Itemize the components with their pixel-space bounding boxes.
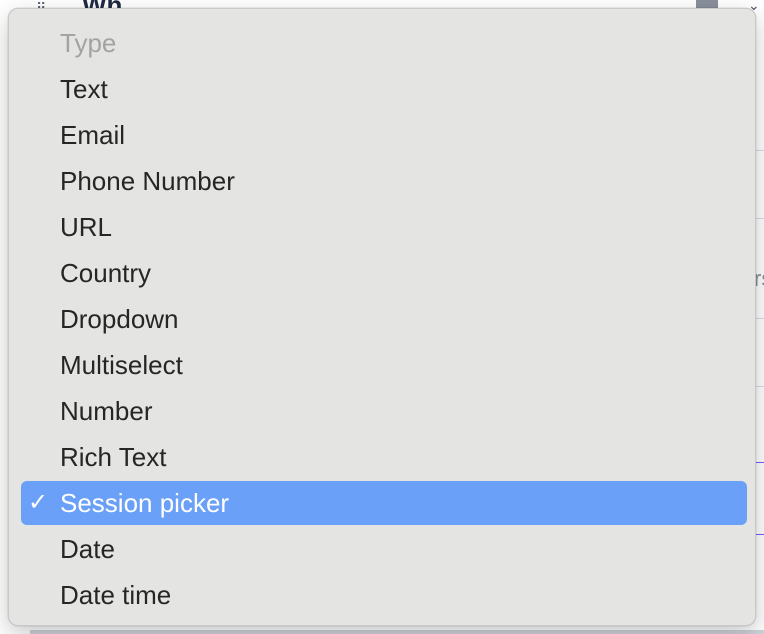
menu-item-label: Country	[60, 258, 152, 288]
menu-item-phone-number[interactable]: Phone Number	[21, 159, 747, 203]
menu-item-multiselect[interactable]: Multiselect	[21, 343, 747, 387]
menu-item-label: Session picker	[60, 488, 230, 518]
menu-item-label: Phone Number	[60, 166, 235, 196]
drag-handle-icon[interactable]: ⠿	[36, 0, 50, 8]
menu-item-country[interactable]: Country	[21, 251, 747, 295]
menu-header-label: Type	[60, 28, 117, 58]
menu-item-label: Text	[60, 74, 108, 104]
background-bottom-bar	[30, 630, 764, 634]
menu-item-dropdown[interactable]: Dropdown	[21, 297, 747, 341]
menu-item-number[interactable]: Number	[21, 389, 747, 433]
menu-item-email[interactable]: Email	[21, 113, 747, 157]
background-divider	[756, 218, 764, 219]
menu-item-text[interactable]: Text	[21, 67, 747, 111]
checkmark-icon: ✓	[28, 489, 49, 516]
type-dropdown-menu: Type Text Email Phone Number URL Country Drop…	[8, 8, 756, 626]
menu-item-label: Number	[60, 396, 153, 426]
menu-item-label: Date	[60, 534, 115, 564]
menu-item-rich-text[interactable]: Rich Text	[21, 435, 747, 479]
menu-item-label: Email	[60, 120, 126, 150]
background-divider	[756, 386, 764, 387]
background-divider	[756, 150, 764, 151]
menu-item-label: Dropdown	[60, 304, 179, 334]
menu-item-url[interactable]: URL	[21, 205, 747, 249]
menu-item-label: Multiselect	[60, 350, 183, 380]
menu-item-date[interactable]: Date	[21, 527, 747, 571]
menu-item-label: Date time	[60, 580, 172, 610]
menu-item-label: URL	[60, 212, 113, 242]
background-accent-line	[756, 462, 764, 463]
background-divider	[756, 318, 764, 319]
menu-header-type: Type	[21, 21, 747, 65]
menu-item-session-picker[interactable]: ✓ Session picker	[21, 481, 747, 525]
menu-item-label: Rich Text	[60, 442, 167, 472]
background-accent-line	[756, 534, 764, 535]
menu-item-date-time[interactable]: Date time	[21, 573, 747, 617]
